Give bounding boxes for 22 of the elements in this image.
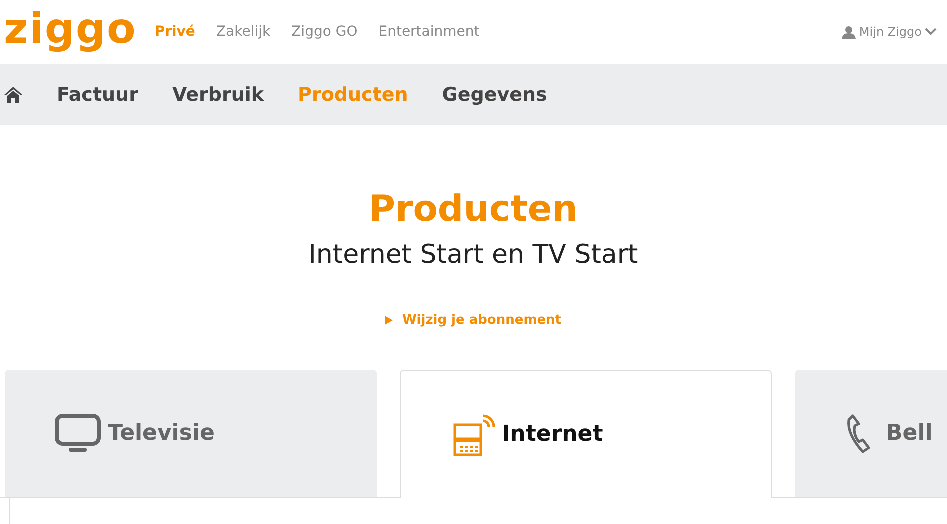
laptop-wifi-icon [451,412,495,456]
account-menu[interactable]: Mijn Ziggo [842,25,937,39]
user-icon [842,26,856,38]
change-subscription-link[interactable]: Wijzig je abonnement [402,313,562,328]
home-icon[interactable] [4,86,23,102]
nav-item[interactable]: Gegevens [442,84,548,106]
segment-link[interactable]: Entertainment [378,24,480,40]
nav-item[interactable]: Factuur [57,84,138,106]
segment-link[interactable]: Ziggo GO [292,24,358,40]
product-tab[interactable]: Internet [400,370,772,498]
product-tab[interactable]: Bell [795,370,947,497]
logo[interactable]: ziggo [4,8,137,50]
nav-item[interactable]: Verbruik [172,84,264,106]
nav-item[interactable]: Producten [298,84,408,106]
segment-link[interactable]: Zakelijk [216,24,271,40]
page-subtitle: Internet Start en TV Start [308,239,638,272]
chevron-down-icon [925,28,937,36]
play-icon [385,316,394,325]
page-title: Producten [369,188,578,232]
segment-link[interactable]: Privé [154,24,196,40]
monitor-icon [55,414,101,454]
product-tab[interactable]: Televisie [5,370,377,497]
